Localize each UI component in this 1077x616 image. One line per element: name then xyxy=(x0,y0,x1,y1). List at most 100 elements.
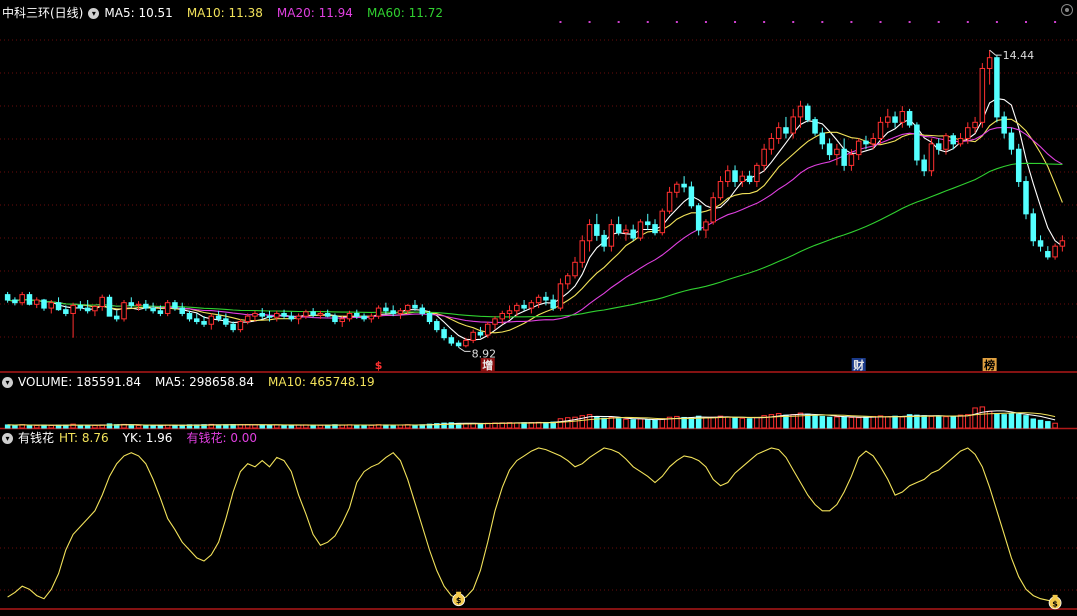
stock-title: 中科三环(日线) xyxy=(2,6,84,20)
candle-down xyxy=(477,331,484,336)
candle-up xyxy=(768,137,775,150)
candle-down xyxy=(361,315,367,320)
money-bag-neck xyxy=(1052,594,1058,598)
signal-dot xyxy=(617,21,620,23)
price-panel-toggle-icon[interactable]: ▾ xyxy=(88,7,100,19)
candle-up xyxy=(244,315,251,323)
signal-dot xyxy=(559,21,562,23)
volume-bar-down xyxy=(732,417,738,429)
chart-stage: 14.44 8.92 $ 增财榜 $ $ xyxy=(0,0,1077,613)
candle-down xyxy=(1045,251,1051,258)
candle-down xyxy=(201,321,207,325)
candle-up xyxy=(208,315,215,325)
volume-bar-down xyxy=(281,424,287,429)
volume-bar-up xyxy=(877,415,884,429)
ma20-line xyxy=(7,126,1063,324)
low-marker xyxy=(458,346,471,352)
candle-down xyxy=(805,105,811,121)
candle-up xyxy=(346,312,353,320)
candle-down xyxy=(1015,148,1022,183)
candle-up xyxy=(797,105,804,118)
volume-bar-down xyxy=(994,413,1000,429)
volume-ma5-legend: MA5: 298658.84 xyxy=(155,375,255,389)
candle-down xyxy=(419,307,426,314)
volume-bar-down xyxy=(615,418,622,429)
candle-up xyxy=(375,307,382,317)
candle-up xyxy=(739,175,746,183)
volume-bar-up xyxy=(252,424,258,429)
candle-down xyxy=(150,307,156,312)
candle-down xyxy=(841,148,847,166)
volume-bar-down xyxy=(841,416,847,429)
candle-up xyxy=(33,299,40,305)
candle-down xyxy=(1008,132,1015,150)
volume-bar-down xyxy=(143,425,149,429)
candle-down xyxy=(521,304,527,309)
candle-down xyxy=(143,303,149,309)
volume-bar-up xyxy=(33,424,40,429)
candle-up xyxy=(579,240,586,263)
volume-bar-down xyxy=(361,424,367,429)
candle-up xyxy=(790,116,796,134)
volume-panel-toggle-icon[interactable]: ▾ xyxy=(2,376,13,388)
volume-bar-down xyxy=(652,419,658,429)
candle-down xyxy=(84,307,91,312)
indicator-panel-toggle-icon[interactable]: ▾ xyxy=(2,432,13,444)
volume-bar-up xyxy=(979,406,986,429)
volume-bar-up xyxy=(92,424,98,429)
volume-bar-down xyxy=(1045,421,1051,429)
signal-dot xyxy=(937,21,940,23)
indicator-panel-header: ▾ 有钱花 HT: 8.76 YK: 1.96 有钱花: 0.00 xyxy=(0,429,257,447)
volume-bar-down xyxy=(84,425,91,429)
candle-up xyxy=(725,170,731,183)
candle-up xyxy=(957,137,964,145)
candle-down xyxy=(26,294,33,305)
candle-down xyxy=(550,299,556,309)
candle-up xyxy=(899,111,906,123)
signal-dot xyxy=(821,21,824,23)
candle-up xyxy=(528,302,535,309)
candle-up xyxy=(1059,240,1066,247)
candle-down xyxy=(921,159,927,172)
candle-down xyxy=(914,124,920,161)
candle-down xyxy=(1037,240,1044,247)
volume-bar-up xyxy=(957,414,964,429)
candle-up xyxy=(1052,245,1058,258)
candle-up xyxy=(870,137,876,145)
signal-dot xyxy=(966,21,969,23)
candle-down xyxy=(783,127,789,134)
candle-down xyxy=(892,116,898,123)
candle-down xyxy=(55,302,62,311)
candle-up xyxy=(637,221,644,239)
candle-down xyxy=(172,302,178,309)
ht-legend: HT: 8.76 xyxy=(59,431,109,445)
candle-down xyxy=(41,299,47,309)
candle-down xyxy=(4,294,11,301)
candle-up xyxy=(317,312,324,316)
money-bag-icon: $ xyxy=(452,591,466,607)
candle-up xyxy=(135,303,142,306)
ma10-line xyxy=(7,118,1063,334)
indicator-grid xyxy=(0,497,1077,591)
candle-up xyxy=(972,121,978,129)
volume-bar-down xyxy=(921,415,927,429)
indicator-title: 有钱花 xyxy=(18,431,55,445)
volume-bar-up xyxy=(703,417,709,429)
volume-bar-up xyxy=(48,424,55,429)
volume-bar-down xyxy=(863,416,869,429)
volume-bar-down xyxy=(630,419,636,429)
candle-down xyxy=(412,304,418,309)
volume-bar-down xyxy=(354,424,360,429)
candle-down xyxy=(77,304,84,309)
stock-chart[interactable]: 14.448.92$ 增财榜$ $ xyxy=(0,0,1077,613)
ma10-legend: MA10: 11.38 xyxy=(186,6,263,20)
money-bag-glyph: $ xyxy=(456,596,462,605)
candle-up xyxy=(252,312,258,317)
candle-up xyxy=(761,148,767,166)
volume-legend: VOLUME: 185591.84 xyxy=(18,375,142,389)
settings-icon[interactable] xyxy=(1061,4,1073,16)
candle-down xyxy=(615,224,622,234)
volume-bar-up xyxy=(623,418,629,429)
candle-up xyxy=(703,221,709,231)
candle-up xyxy=(986,57,993,69)
